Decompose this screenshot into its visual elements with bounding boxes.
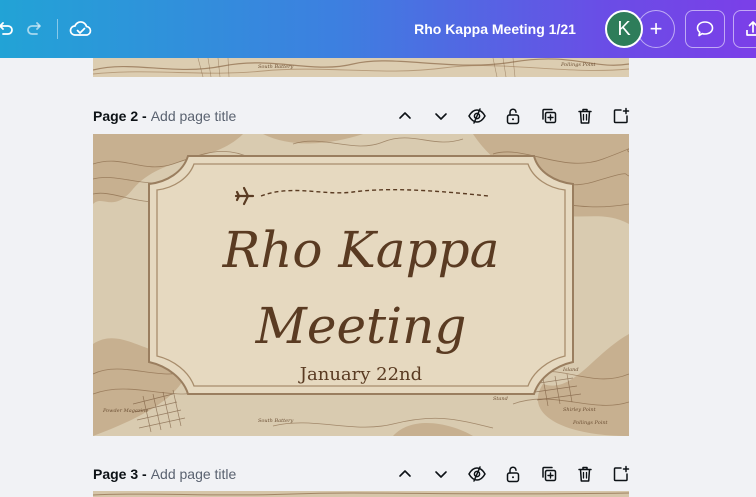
add-page-icon bbox=[613, 107, 630, 124]
comments-button[interactable] bbox=[685, 10, 725, 48]
chevron-up-icon bbox=[399, 112, 411, 119]
chevron-down-icon bbox=[435, 113, 447, 120]
add-page-button[interactable] bbox=[603, 462, 639, 486]
design-title-line-1[interactable]: Rho Kappa bbox=[93, 222, 629, 278]
editor-topbar: Rho Kappa Meeting 1/21 + K bbox=[0, 0, 756, 58]
eye-hide-icon bbox=[468, 108, 486, 124]
unlock-icon bbox=[506, 466, 520, 483]
move-page-up-button[interactable] bbox=[387, 104, 423, 128]
duplicate-page-button[interactable] bbox=[531, 104, 567, 128]
chevron-down-icon bbox=[435, 471, 447, 478]
map-texture: South Battery Pollings Point bbox=[93, 58, 629, 77]
share-button[interactable] bbox=[733, 10, 756, 48]
page-2-label: Page 2 - bbox=[93, 108, 147, 124]
page-3-title-input[interactable] bbox=[150, 466, 301, 482]
invitation-label bbox=[148, 155, 574, 395]
page-3-label: Page 3 - bbox=[93, 466, 147, 482]
add-page-button[interactable] bbox=[603, 104, 639, 128]
eye-hide-icon bbox=[468, 466, 486, 482]
svg-text:Pollings Point: Pollings Point bbox=[560, 62, 597, 68]
page-2-header: Page 2 - bbox=[93, 104, 630, 128]
map-texture bbox=[93, 491, 629, 497]
plus-icon: + bbox=[649, 16, 663, 41]
design-title-line-2[interactable]: Meeting bbox=[93, 298, 629, 354]
page-3-header: Page 3 - bbox=[93, 462, 630, 486]
trash-icon bbox=[578, 108, 592, 124]
page-2-canvas[interactable]: Powder Magazine South Battery Stand Shir… bbox=[93, 134, 629, 436]
duplicate-page-button[interactable] bbox=[531, 462, 567, 486]
lock-page-button[interactable] bbox=[495, 462, 531, 486]
lock-page-button[interactable] bbox=[495, 104, 531, 128]
unlock-icon bbox=[506, 108, 520, 125]
hide-page-button[interactable] bbox=[459, 104, 495, 128]
move-page-up-button[interactable] bbox=[387, 462, 423, 486]
toolbar-divider bbox=[57, 19, 58, 39]
add-page-icon bbox=[613, 465, 630, 482]
user-avatar[interactable]: K bbox=[605, 10, 643, 48]
undo-icon[interactable] bbox=[0, 16, 18, 42]
page-3-toolbar bbox=[387, 462, 639, 486]
move-page-down-button[interactable] bbox=[423, 104, 459, 128]
move-page-down-button[interactable] bbox=[423, 462, 459, 486]
page-2-toolbar bbox=[387, 104, 639, 128]
page-1-canvas[interactable]: South Battery Pollings Point bbox=[93, 58, 629, 77]
document-title[interactable]: Rho Kappa Meeting 1/21 bbox=[380, 0, 610, 58]
trash-icon bbox=[578, 466, 592, 482]
share-upload-icon bbox=[746, 21, 756, 36]
page-2-title-input[interactable] bbox=[150, 108, 301, 124]
design-date-text[interactable]: January 22nd bbox=[93, 364, 629, 385]
svg-text:South Battery: South Battery bbox=[258, 64, 293, 70]
cloud-saved-icon[interactable] bbox=[68, 16, 94, 42]
duplicate-icon bbox=[542, 108, 557, 124]
hide-page-button[interactable] bbox=[459, 462, 495, 486]
page-3-canvas[interactable] bbox=[93, 491, 629, 497]
chevron-up-icon bbox=[399, 470, 411, 477]
delete-page-button[interactable] bbox=[567, 104, 603, 128]
redo-icon[interactable] bbox=[22, 16, 48, 42]
duplicate-icon bbox=[542, 466, 557, 482]
comment-icon bbox=[696, 21, 714, 37]
delete-page-button[interactable] bbox=[567, 462, 603, 486]
